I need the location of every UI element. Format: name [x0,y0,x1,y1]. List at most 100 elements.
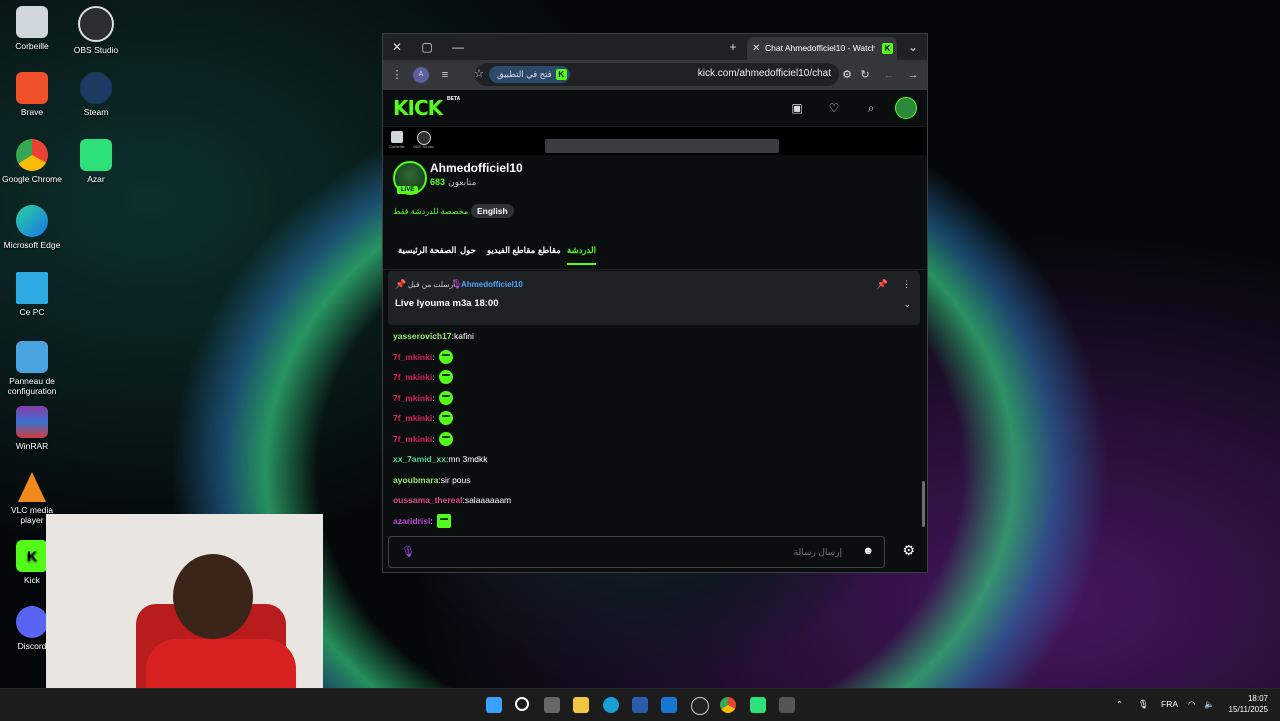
open-in-app-button[interactable]: فتح في التطبيق K [489,66,570,83]
chat-message: 7f_mkinki: [393,429,913,450]
language-tag[interactable]: English [471,204,514,218]
tray-mic-icon[interactable]: 🎙 [1138,699,1149,710]
chat-username[interactable]: 7f_mkinki [393,393,432,403]
tab-kick-chat[interactable]: ✕ Chat Ahmedofficiel10 - Watch K [747,37,897,60]
user-avatar[interactable] [895,97,917,119]
desktop-icon-control-panel[interactable]: Panneau de configuration [0,341,64,396]
chat-input-box[interactable]: 🎙 ☻ [388,536,885,568]
forward-icon[interactable]: → [905,67,921,83]
store-icon[interactable] [632,697,648,713]
desktop-icon-azar[interactable]: Azar [64,139,128,184]
obs-taskbar-icon[interactable] [691,697,709,715]
heart-icon[interactable]: ♡ [826,100,842,116]
desktop-icon-steam[interactable]: Steam [64,72,128,117]
unpin-icon[interactable]: 📌 [877,279,888,290]
kick-favicon-icon: K [882,43,893,54]
steam-icon [80,72,112,104]
recycle-bin-icon [16,6,48,38]
chat-username[interactable]: 7f_mkinki [393,352,432,362]
wifi-icon[interactable]: ◠ [1188,699,1195,710]
desktop-icon-brave[interactable]: Brave [0,72,64,117]
desktop-icon-this-pc[interactable]: Ce PC [0,272,64,317]
chat-scrollbar[interactable] [922,481,925,527]
chat-message: 7f_mkinki: [393,408,913,429]
task-view-icon[interactable] [544,697,560,713]
desktop-icon-recycle-bin[interactable]: Corbeille [0,6,64,51]
chat-username[interactable]: 7f_mkinki [393,434,432,444]
tab-clips[interactable]: مقاطع [538,245,561,256]
preview-browser-bar [545,139,779,153]
profile-icon[interactable]: A [413,67,429,83]
tab-home[interactable]: الصفحة الرئيسية [398,245,456,256]
search-icon[interactable]: ⌕ [863,100,879,116]
desktop-icon-obs[interactable]: OBS Studio [64,6,128,55]
chat-username[interactable]: azaridrisi [393,516,430,526]
kick-app-icon: K [555,69,567,80]
emote-icon [438,349,453,364]
followers-count: 683 متابعون [430,177,477,187]
maximize-icon[interactable]: ▢ [419,39,435,55]
tab-chat[interactable]: الدردشة [567,245,596,265]
winrar-icon [16,406,48,438]
chat-text: mn 3mdkk [448,454,488,465]
pinned-message: 📌 أرسلت من قبل 🎙 Ahmedofficiel10 Live ly… [388,271,920,325]
expand-chevron-icon[interactable]: ⌄ [903,299,911,310]
desktop-icon-chrome[interactable]: Google Chrome [0,139,64,184]
pinned-user[interactable]: Ahmedofficiel10 [461,280,523,289]
chat-message: 7f_mkinki: [393,388,913,409]
chat-username[interactable]: 7f_mkinki [393,372,432,382]
browser-window: ✕ ▢ — + ✕ Chat Ahmedofficiel10 - Watch K… [382,33,928,573]
reload-icon[interactable]: ↻ [857,67,873,83]
taskbar: ⌃ 🎙 FRA ◠ 🔈 18:07 15/11/2025 [0,688,1280,721]
more-options-icon[interactable]: ⋮ [902,279,911,290]
azar-taskbar-icon[interactable] [750,697,766,713]
monitor-icon [16,272,48,304]
channel-name[interactable]: Ahmedofficiel10 [430,161,523,175]
reading-list-icon[interactable]: ≡ [437,67,453,83]
chrome-taskbar-icon[interactable] [720,697,736,713]
menu-dots-icon[interactable]: ⋮ [389,67,405,83]
chat-username[interactable]: xx_7amid_xx [393,454,446,464]
chat-settings-gear-icon[interactable]: ⚙ [902,542,915,559]
chat-username[interactable]: ayoubmara [393,475,438,485]
desktop-icon-edge[interactable]: Microsoft Edge [0,205,64,250]
volume-icon[interactable]: 🔈 [1204,699,1215,710]
close-window-icon[interactable]: ✕ [389,39,405,55]
tab-search-chevron-icon[interactable]: ⌄ [905,39,921,55]
emote-icon [438,390,453,405]
start-windows-icon[interactable] [486,697,502,713]
chat-input[interactable] [419,543,844,561]
emoji-icon[interactable]: ☻ [862,545,874,557]
mic-icon[interactable]: 🎙 [401,545,415,558]
clips-icon[interactable]: ▣ [789,100,805,116]
pinned-by-label: أرسلت من قبل [408,280,456,289]
search-icon[interactable] [515,697,529,711]
tab-videos[interactable]: مقاطع الفيديو [487,245,535,256]
edge-taskbar-icon[interactable] [603,697,619,713]
back-icon[interactable]: ← [881,67,897,83]
address-bar[interactable]: ☆ فتح في التطبيق K kick.com/ahmedofficiel… [474,63,839,86]
pin-icon: 📌 [395,279,407,289]
chat-username[interactable]: oussama_thereal [393,495,462,505]
outlook-icon[interactable] [661,697,677,713]
system-clock[interactable]: 18:07 15/11/2025 [1229,693,1268,715]
site-settings-icon[interactable]: ⚙ [839,67,855,83]
chat-text: kafini [453,331,474,342]
desktop-icon-winrar[interactable]: WinRAR [0,406,64,451]
bookmark-star-icon[interactable]: ☆ [471,66,487,82]
input-language[interactable]: FRA [1161,699,1178,709]
chat-username[interactable]: 7f_mkinki [393,413,432,423]
chat-username[interactable]: yasserovich17 [393,331,452,341]
minimize-icon[interactable]: — [450,39,466,55]
close-tab-icon[interactable]: ✕ [752,37,760,60]
kick-logo[interactable]: KICK [393,96,443,120]
file-explorer-icon[interactable] [573,697,589,713]
live-badge: LIVE [397,186,419,194]
app-taskbar-icon[interactable] [779,697,795,713]
chat-message: oussama_thereal: salaaaaaam [393,495,512,506]
tray-chevron-icon[interactable]: ⌃ [1116,699,1123,710]
chat-text: salaaaaaam [464,495,512,506]
tab-about[interactable]: حول [460,245,476,256]
new-tab-icon[interactable]: + [725,39,741,55]
stream-preview[interactable]: Corbeille OBS Studio [383,127,927,155]
